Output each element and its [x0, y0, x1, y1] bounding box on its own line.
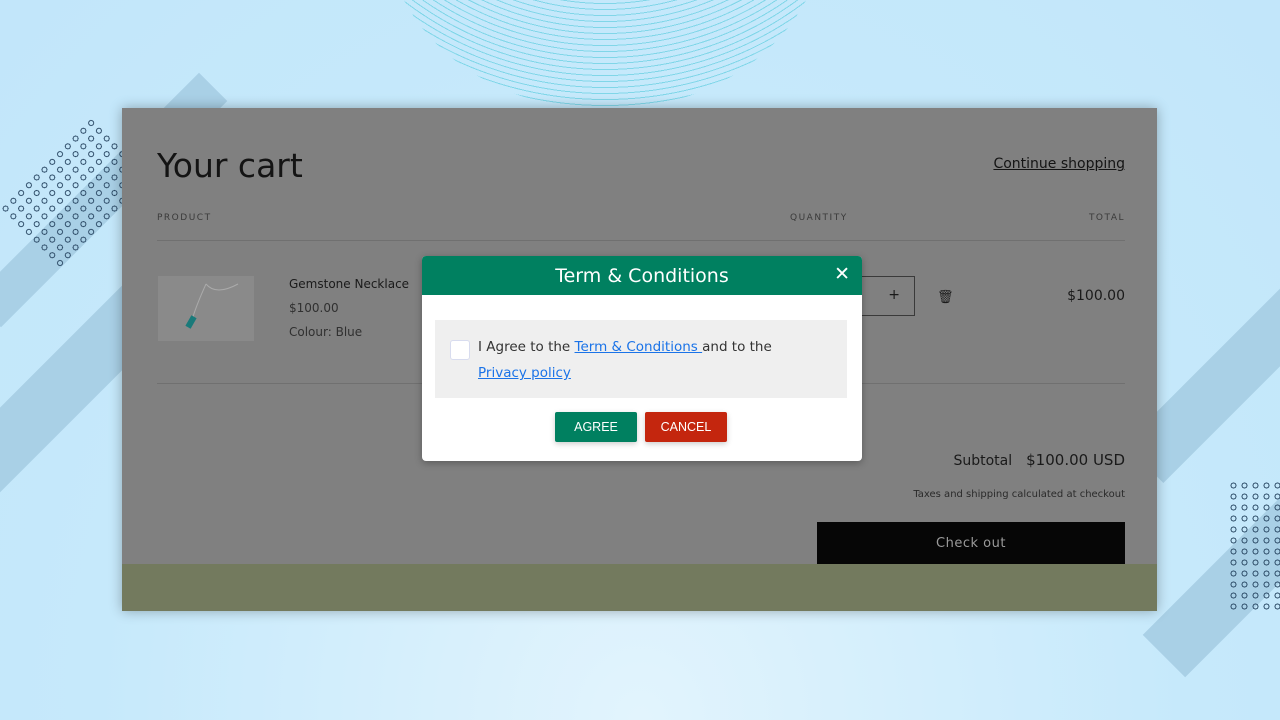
- line-total: $100.00: [1067, 288, 1125, 304]
- product-image[interactable]: [158, 276, 254, 341]
- agreement-text-1: I Agree to the: [478, 339, 575, 355]
- page-title: Your cart: [157, 146, 303, 185]
- header-total: TOTAL: [1088, 213, 1125, 223]
- cancel-button[interactable]: CANCEL: [645, 412, 727, 442]
- trash-icon[interactable]: 🗑: [937, 290, 954, 305]
- product-variant: Colour: Blue: [289, 325, 363, 339]
- agreement-box: I Agree to the Term & Conditions and to …: [435, 320, 847, 398]
- modal-header: Term & Conditions ✕: [422, 256, 862, 295]
- agree-button[interactable]: AGREE: [555, 412, 637, 442]
- product-price: $100.00: [289, 301, 339, 315]
- terms-modal: Term & Conditions ✕ I Agree to the Term …: [422, 256, 862, 461]
- continue-shopping-link[interactable]: Continue shopping: [993, 156, 1125, 172]
- footer: [122, 564, 1157, 611]
- terms-link[interactable]: Term & Conditions: [575, 339, 703, 355]
- privacy-link[interactable]: Privacy policy: [478, 365, 571, 381]
- agreement-text-2: and to the: [702, 339, 772, 355]
- decor-arcs: [385, 0, 825, 110]
- subtotal-label: Subtotal: [953, 453, 1013, 469]
- agree-checkbox[interactable]: [450, 340, 470, 360]
- product-name[interactable]: Gemstone Necklace: [289, 277, 409, 291]
- plus-icon[interactable]: +: [888, 287, 900, 303]
- subtotal: Subtotal $100.00 USD: [953, 451, 1125, 469]
- checkout-button[interactable]: Check out: [817, 522, 1125, 564]
- decor-dots: [1228, 480, 1280, 610]
- agreement-text: I Agree to the Term & Conditions and to …: [478, 334, 818, 386]
- header-quantity: QUANTITY: [790, 213, 848, 223]
- tax-note: Taxes and shipping calculated at checkou…: [913, 489, 1125, 500]
- divider: [157, 240, 1125, 241]
- subtotal-value: $100.00 USD: [1026, 451, 1125, 469]
- modal-title: Term & Conditions: [555, 264, 729, 287]
- header-product: PRODUCT: [157, 213, 212, 223]
- close-icon[interactable]: ✕: [834, 263, 850, 285]
